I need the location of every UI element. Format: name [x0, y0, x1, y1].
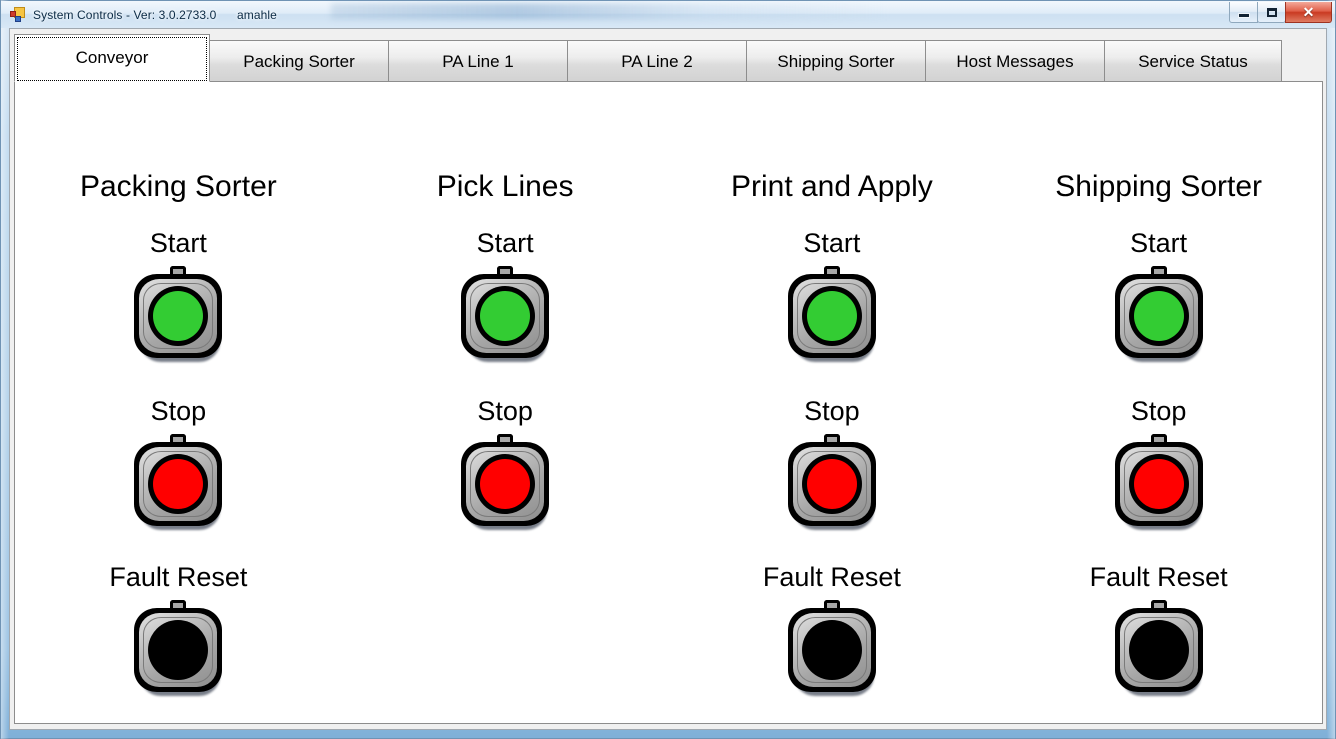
stop-button[interactable]: [1114, 434, 1203, 530]
control-label: Start: [803, 228, 861, 258]
control-label: Stop: [1130, 396, 1187, 426]
tab-packing-sorter[interactable]: Packing Sorter: [209, 40, 389, 82]
application-window: System Controls - Ver: 3.0.2733.0 amahle…: [0, 0, 1336, 739]
stop-button[interactable]: [134, 434, 223, 530]
stop-button[interactable]: [461, 434, 550, 530]
control-stop: Stop: [134, 396, 223, 530]
control-stop: Stop: [787, 396, 876, 530]
control-label: Start: [149, 228, 207, 258]
button-face: [1133, 291, 1184, 341]
fault-reset-button[interactable]: [1114, 600, 1203, 696]
tab-pa-line-1[interactable]: PA Line 1: [388, 40, 568, 82]
window-controls: ✕: [1229, 2, 1332, 23]
control-fault-reset: Fault Reset: [109, 562, 248, 696]
column-heading: Print and Apply: [730, 170, 933, 203]
close-button[interactable]: ✕: [1285, 2, 1332, 23]
tab-label: Packing Sorter: [243, 51, 355, 71]
fault-reset-button[interactable]: [787, 600, 876, 696]
control-column-shipping-sorter: Shipping Sorter Start Stop Fault Reset: [995, 82, 1322, 723]
tab-shipping-sorter[interactable]: Shipping Sorter: [746, 40, 926, 82]
control-start: Start: [461, 228, 550, 362]
maximize-button[interactable]: [1257, 2, 1286, 23]
control-start: Start: [787, 228, 876, 362]
maximize-icon: [1266, 7, 1277, 17]
tab-pa-line-2[interactable]: PA Line 2: [567, 40, 747, 82]
minimize-button[interactable]: [1229, 2, 1258, 23]
tab-control: Conveyor Packing Sorter PA Line 1 PA Line 2…: [14, 34, 1323, 724]
tab-conveyor[interactable]: Conveyor: [14, 34, 210, 82]
control-label: Stop: [477, 396, 533, 426]
control-column-print-and-apply: Print and Apply Start Stop Fault Reset: [669, 82, 996, 723]
minimize-icon: [1238, 13, 1249, 17]
stop-button[interactable]: [787, 434, 876, 530]
window-frame-right-glass: [1327, 0, 1335, 739]
control-start: Start: [134, 228, 223, 362]
control-start: Start: [1114, 228, 1203, 362]
control-column-pick-lines: Pick Lines Start Stop: [342, 82, 669, 723]
control-label: Fault Reset: [762, 562, 901, 592]
tab-label: Shipping Sorter: [777, 51, 895, 71]
tab-page-conveyor: Packing Sorter Start Stop Fault Reset Pick L…: [14, 81, 1323, 724]
tab-host-messages[interactable]: Host Messages: [925, 40, 1105, 82]
tab-label: Conveyor: [75, 48, 149, 67]
window-frame-left-glass: [1, 0, 9, 739]
button-face: [480, 459, 531, 509]
client-area: Conveyor Packing Sorter PA Line 1 PA Line 2…: [9, 28, 1327, 730]
window-title: System Controls - Ver: 3.0.2733.0 amahle: [33, 7, 277, 22]
control-label: Fault Reset: [109, 562, 248, 592]
button-face: [806, 291, 857, 341]
control-label: Start: [1130, 228, 1188, 258]
title-bar-glass-reflection: [331, 3, 891, 19]
control-column-packing-sorter: Packing Sorter Start Stop Fault Reset: [15, 82, 342, 723]
start-button[interactable]: [134, 266, 223, 362]
control-label: Stop: [804, 396, 860, 426]
button-face: [1133, 459, 1184, 509]
close-icon: ✕: [1302, 4, 1315, 20]
control-fault-reset: Fault Reset: [762, 562, 901, 696]
control-fault-reset: Fault Reset: [1089, 562, 1228, 696]
control-stop: Stop: [1114, 396, 1203, 530]
control-label: Stop: [150, 396, 207, 426]
control-grid: Packing Sorter Start Stop Fault Reset Pick L…: [15, 82, 1322, 723]
control-label: Fault Reset: [1089, 562, 1228, 592]
column-heading: Pick Lines: [436, 170, 574, 203]
button-face: [1133, 625, 1184, 675]
button-face: [806, 625, 857, 675]
button-face: [806, 459, 857, 509]
app-icon: [10, 6, 26, 23]
start-button[interactable]: [787, 266, 876, 362]
tab-label: Host Messages: [956, 51, 1074, 71]
control-label: Start: [476, 228, 534, 258]
start-button[interactable]: [461, 266, 550, 362]
button-face: [480, 291, 531, 341]
tab-label: PA Line 1: [442, 51, 514, 71]
tab-strip: Conveyor Packing Sorter PA Line 1 PA Line 2…: [14, 34, 1323, 82]
fault-reset-button[interactable]: [134, 600, 223, 696]
column-heading: Packing Sorter: [79, 170, 277, 203]
start-button[interactable]: [1114, 266, 1203, 362]
tab-label: Service Status: [1138, 51, 1248, 71]
column-heading: Shipping Sorter: [1055, 170, 1263, 203]
tab-label: PA Line 2: [621, 51, 693, 71]
control-stop: Stop: [461, 396, 550, 530]
title-bar[interactable]: System Controls - Ver: 3.0.2733.0 amahle…: [1, 1, 1335, 28]
tab-service-status[interactable]: Service Status: [1104, 40, 1282, 82]
